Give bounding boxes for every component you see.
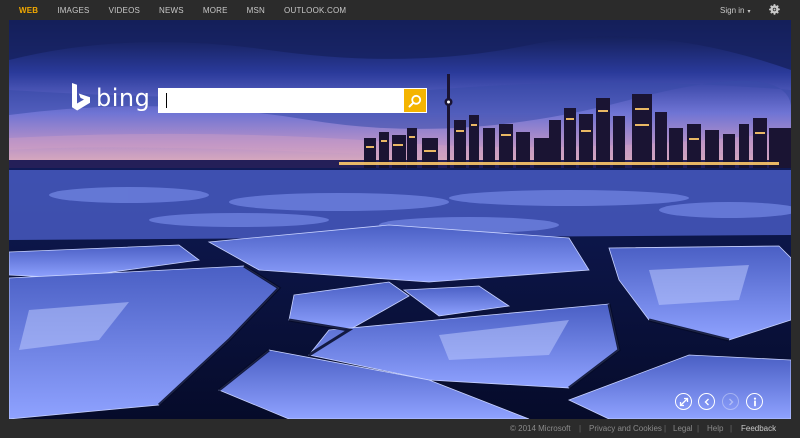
footer-separator: | [697, 424, 700, 433]
chevron-down-icon: ▾ [747, 9, 751, 15]
nav-item-news[interactable]: NEWS [159, 6, 184, 15]
text-cursor [166, 93, 167, 108]
top-bar: WEB IMAGES VIDEOS NEWS MORE MSN OUTLOOK.… [0, 0, 800, 20]
expand-button[interactable] [675, 393, 692, 410]
nav-item-videos[interactable]: VIDEOS [109, 6, 140, 15]
copyright-text: © 2014 Microsoft [510, 424, 571, 433]
nav-item-more[interactable]: MORE [203, 6, 228, 15]
chevron-left-icon [704, 398, 709, 405]
search-input[interactable] [158, 88, 398, 113]
legal-link[interactable]: Legal [673, 424, 693, 433]
magnifier-icon [408, 94, 422, 107]
nav-item-msn[interactable]: MSN [247, 6, 265, 15]
chevron-right-icon [728, 398, 733, 405]
ice-city-scene [9, 20, 791, 419]
footer-separator: | [664, 424, 667, 433]
nav-item-web[interactable]: WEB [19, 6, 38, 15]
bing-logo[interactable]: bing [71, 82, 151, 114]
footer-separator: | [730, 424, 733, 433]
help-link[interactable]: Help [707, 424, 723, 433]
bing-b-mark [72, 83, 90, 111]
footer-separator: | [579, 424, 582, 433]
info-button[interactable] [746, 393, 763, 410]
expand-icon [679, 397, 688, 406]
info-icon [753, 397, 756, 406]
bing-wordmark: bing [96, 84, 151, 112]
gear-icon[interactable] [768, 3, 781, 16]
search-box [158, 88, 427, 113]
nav-item-outlook[interactable]: OUTLOOK.COM [284, 6, 346, 15]
next-image-button[interactable] [722, 393, 739, 410]
previous-image-button[interactable] [698, 393, 715, 410]
top-nav: WEB IMAGES VIDEOS NEWS MORE MSN OUTLOOK.… [19, 6, 365, 15]
background-image: bing [9, 20, 791, 419]
footer: © 2014 Microsoft | Privacy and Cookies |… [0, 419, 800, 438]
search-button[interactable] [404, 89, 426, 112]
sign-in-label: Sign in [720, 6, 745, 15]
sign-in-link[interactable]: Sign in ▾ [720, 6, 750, 15]
nav-item-images[interactable]: IMAGES [57, 6, 89, 15]
feedback-link[interactable]: Feedback [741, 424, 776, 433]
privacy-link[interactable]: Privacy and Cookies [589, 424, 662, 433]
